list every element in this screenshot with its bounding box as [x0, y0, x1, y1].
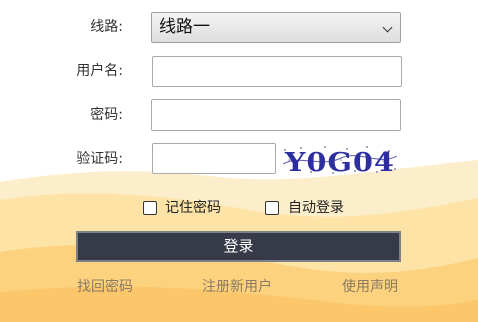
chevron-down-icon: [382, 22, 393, 33]
username-input[interactable]: [152, 56, 402, 87]
captcha-text: Y0G04: [284, 148, 395, 178]
auto-login-label[interactable]: 自动登录: [288, 199, 344, 217]
line-label: 线路:: [90, 19, 123, 35]
line-select[interactable]: 线路一: [151, 12, 401, 43]
login-form: 线路: 线路一 用户名: 密码: 验证码: Y0G04 记住密码 自动登录 登录…: [0, 0, 478, 322]
terms-link[interactable]: 使用声明: [342, 278, 398, 296]
captcha-input[interactable]: [152, 143, 276, 174]
remember-password-label[interactable]: 记住密码: [165, 199, 221, 217]
password-input[interactable]: [151, 99, 401, 131]
auto-login-checkbox[interactable]: [265, 201, 279, 215]
line-select-value: 线路一: [159, 17, 210, 37]
login-button[interactable]: 登录: [76, 231, 401, 262]
retrieve-password-link[interactable]: 找回密码: [77, 278, 133, 296]
captcha-image[interactable]: Y0G04: [281, 142, 399, 178]
remember-password-checkbox[interactable]: [143, 201, 157, 215]
captcha-label: 验证码:: [76, 151, 123, 167]
password-label: 密码:: [90, 107, 123, 123]
username-label: 用户名:: [76, 63, 123, 79]
register-link[interactable]: 注册新用户: [202, 278, 272, 296]
